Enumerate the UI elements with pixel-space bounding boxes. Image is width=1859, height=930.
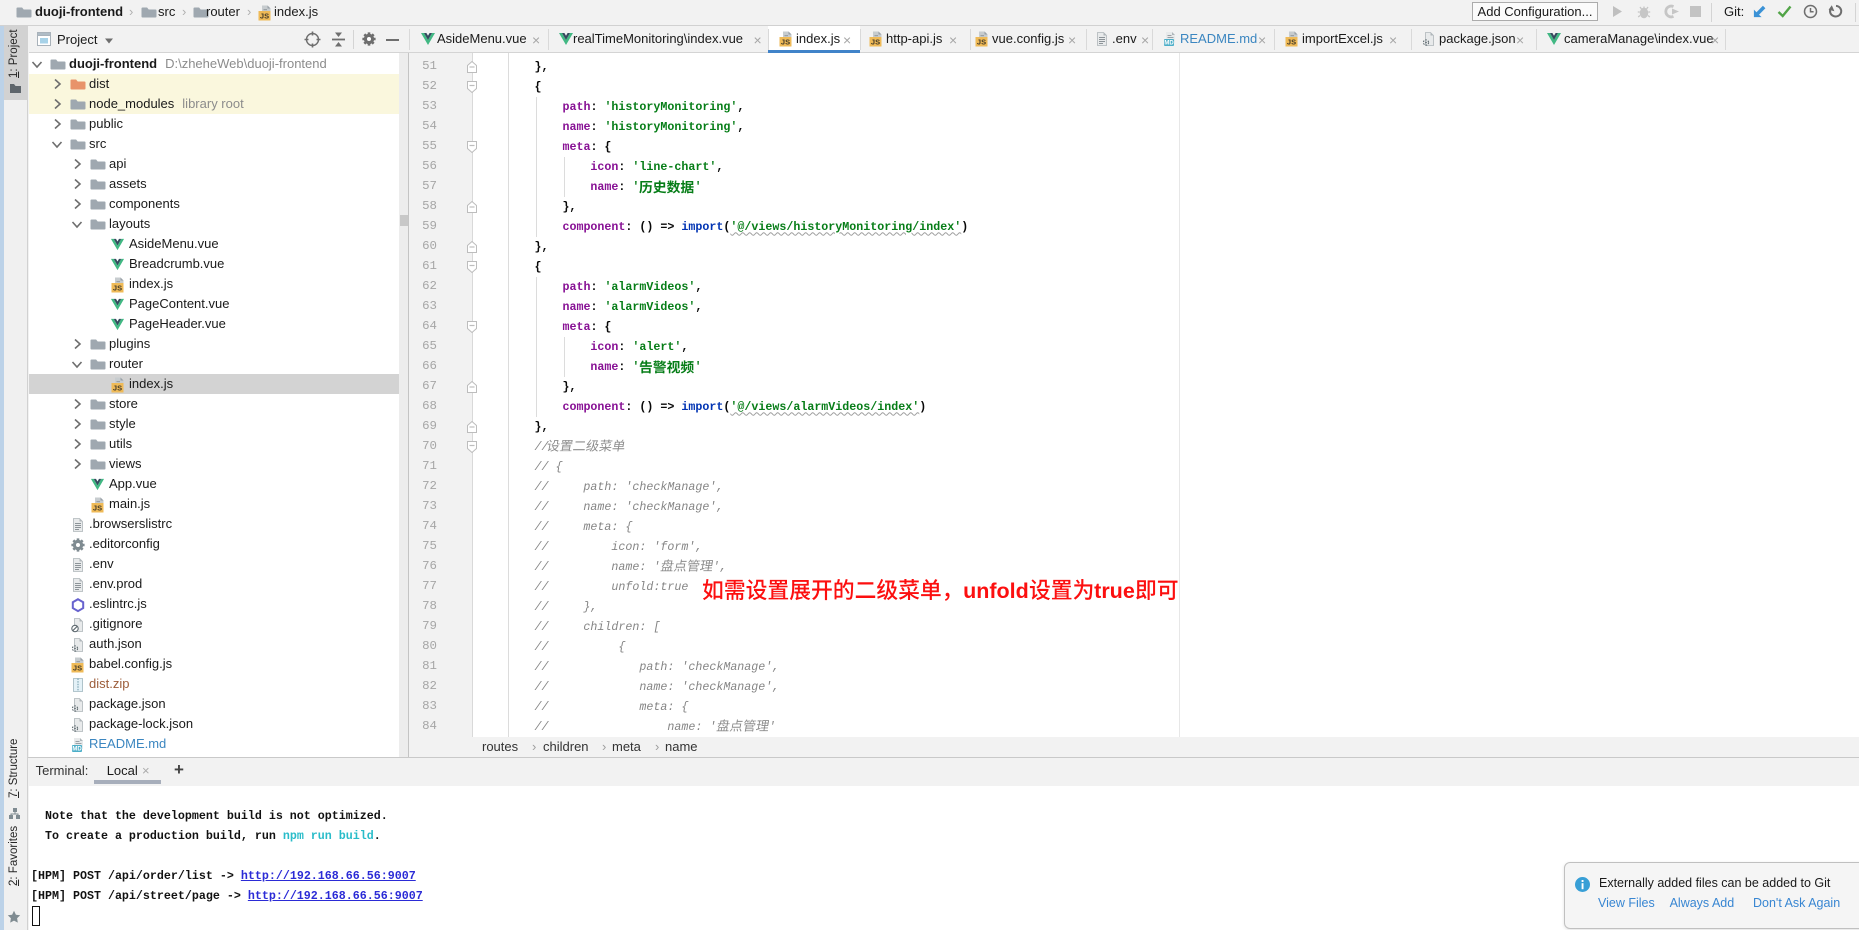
svg-text:JS: JS bbox=[977, 38, 986, 47]
svg-text:JS: JS bbox=[93, 504, 102, 513]
svg-text:JS: JS bbox=[113, 284, 122, 293]
svg-text:JS: JS bbox=[1287, 38, 1296, 47]
svg-text:JS: JS bbox=[113, 384, 122, 393]
svg-text:JS: JS bbox=[260, 12, 269, 21]
svg-text:MD: MD bbox=[1164, 41, 1174, 47]
svg-text:JS: JS bbox=[73, 664, 82, 673]
svg-text:MD: MD bbox=[72, 747, 82, 753]
svg-text:JS: JS bbox=[871, 38, 880, 47]
svg-text:JS: JS bbox=[781, 38, 790, 47]
